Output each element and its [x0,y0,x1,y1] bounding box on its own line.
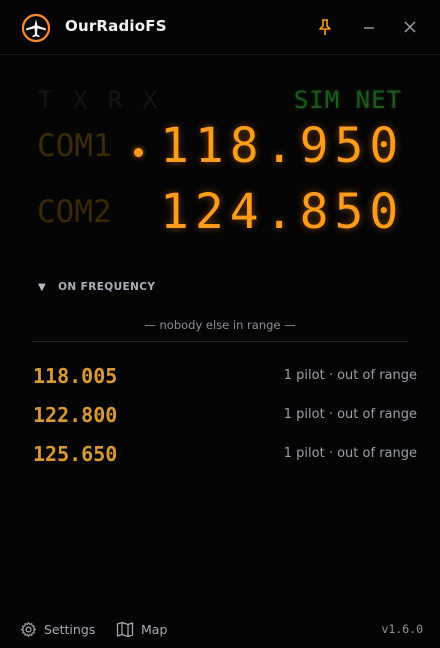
gear-icon [20,621,37,638]
com1-label: COM1 [37,128,112,164]
channel-row[interactable]: 118.005 1 pilot · out of range [33,364,417,390]
close-button[interactable] [401,18,419,36]
map-label: Map [141,622,168,637]
on-frequency-header: ON FREQUENCY [58,281,156,293]
footer: Settings Map v1.6.0 [0,610,440,648]
channel-frequency: 118.005 [33,364,118,388]
map-button[interactable]: Map [116,620,176,640]
title-bar: OurRadioFS [0,0,440,55]
channel-frequency: 122.800 [33,403,118,427]
status-indicators: T X R X SIM NET [30,86,410,116]
settings-label: Settings [44,622,96,637]
minimize-button[interactable] [360,18,378,36]
tx-rx-indicator: T X R X [38,86,161,114]
pin-icon [319,19,331,35]
channel-row[interactable]: 122.800 1 pilot · out of range [33,403,417,429]
channel-status: 1 pilot · out of range [283,407,417,422]
channel-status: 1 pilot · out of range [283,446,417,461]
version-label: v1.6.0 [381,622,423,636]
settings-button[interactable]: Settings [20,620,100,640]
sim-net-indicator: SIM NET [293,86,402,114]
channel-row[interactable]: 125.650 1 pilot · out of range [33,442,417,468]
com2-label: COM2 [37,194,112,230]
minimize-icon [364,27,374,29]
map-icon [116,621,134,638]
channel-frequency: 125.650 [33,442,118,466]
plane-in-ring-icon [21,13,51,43]
com1-active-indicator [134,148,143,157]
pin-button[interactable] [316,18,334,36]
empty-range-message: — nobody else in range — [144,318,296,332]
close-icon [404,21,416,33]
on-frequency-toggle[interactable]: ▼ ON FREQUENCY [38,281,155,293]
com2-frequency[interactable]: 124.850 [160,184,404,240]
caret-down-icon: ▼ [38,282,47,293]
channel-status: 1 pilot · out of range [283,368,417,383]
divider [32,341,408,342]
com1-frequency[interactable]: 118.950 [160,118,404,174]
app-title: OurRadioFS [65,17,167,35]
